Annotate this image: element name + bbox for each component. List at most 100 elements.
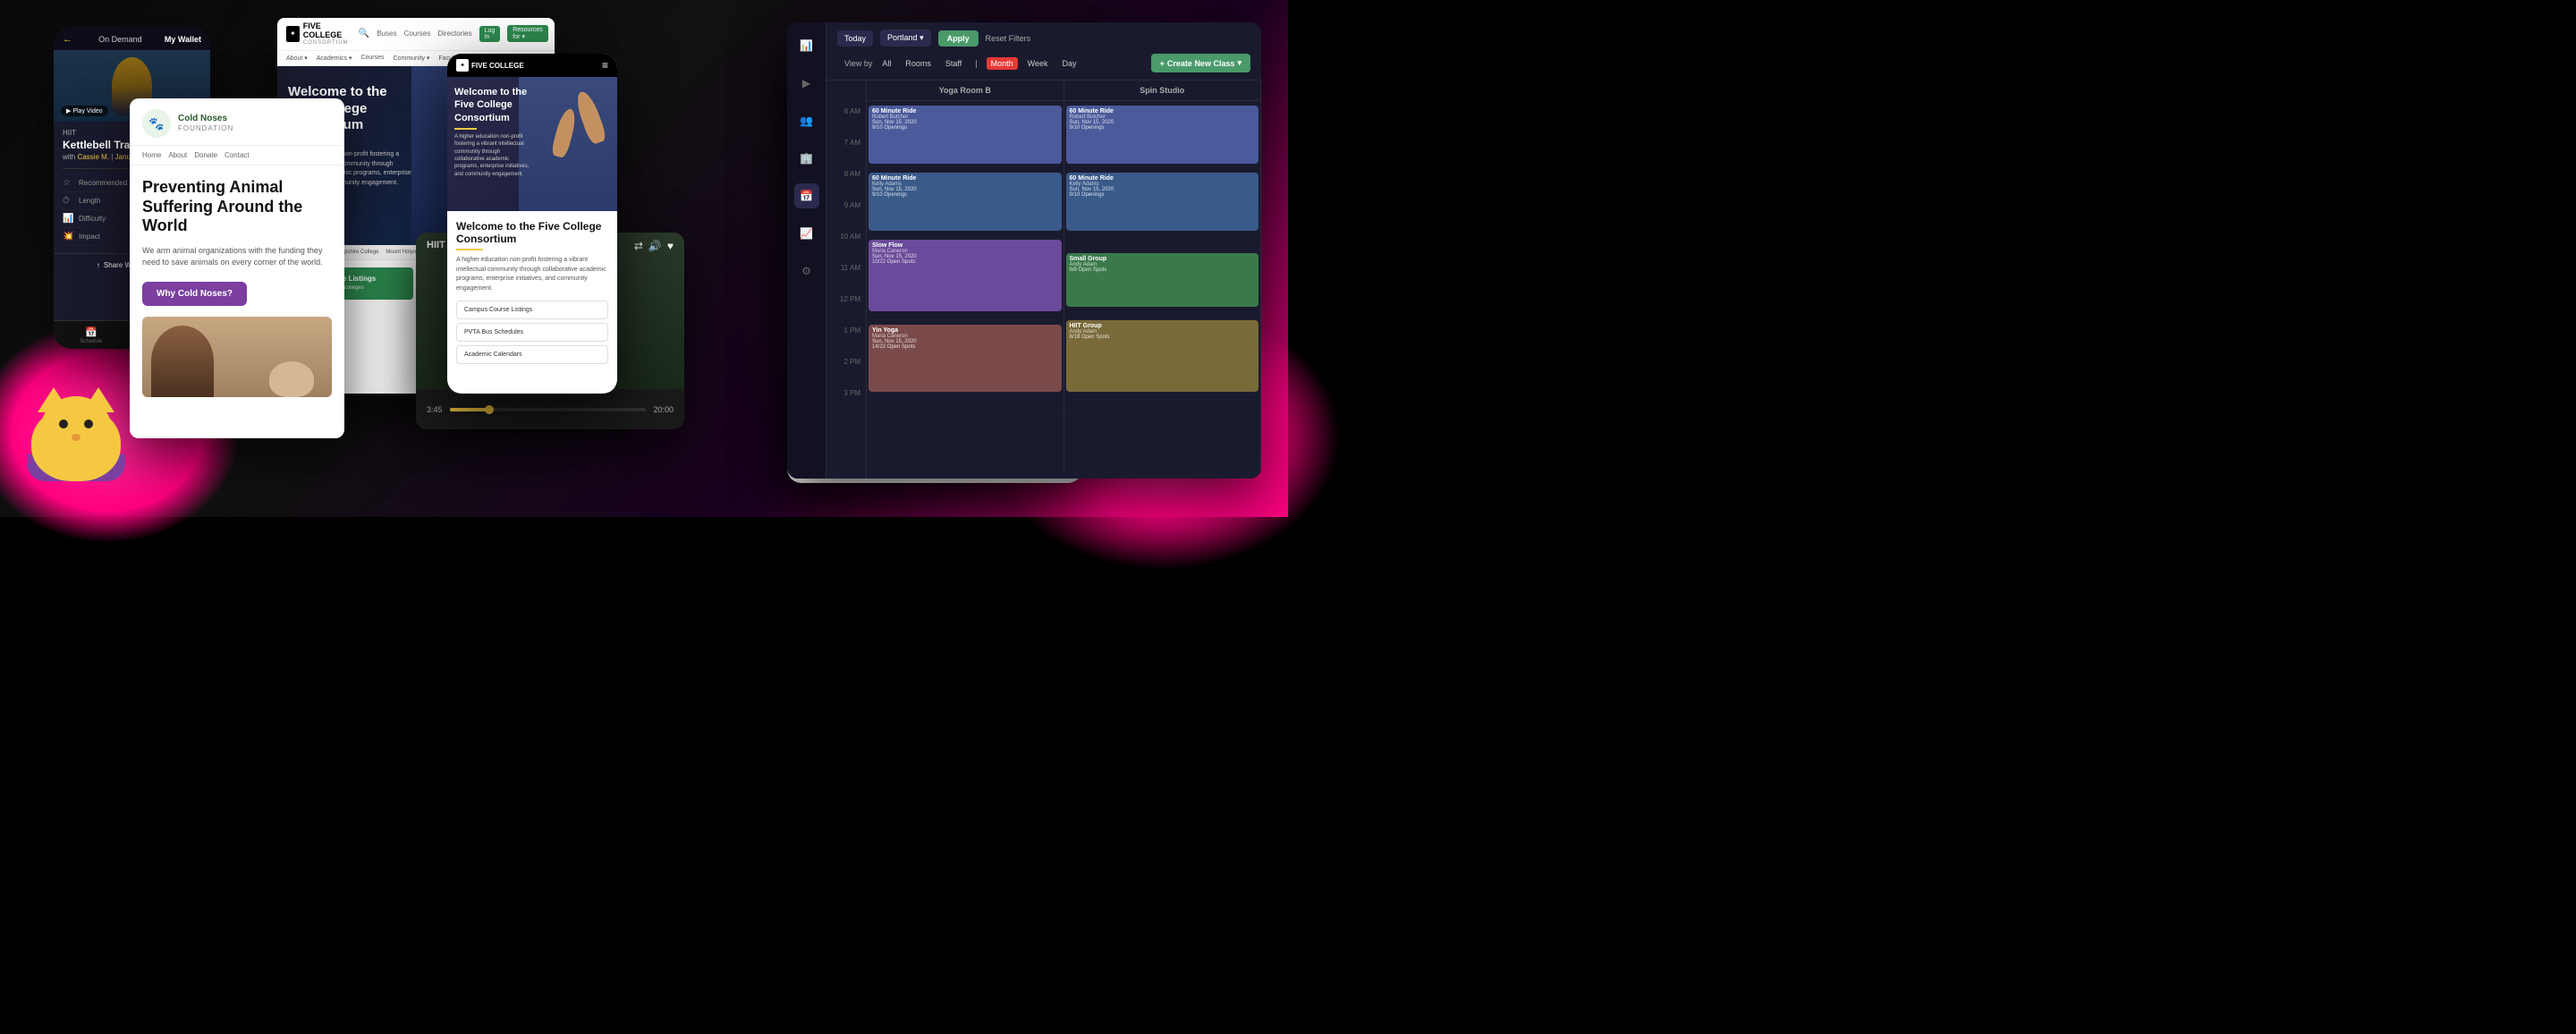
cn-nav-contact[interactable]: Contact — [225, 151, 250, 159]
hiit-playback-controls: 3:45 20:00 — [416, 389, 684, 429]
yoga-event-1[interactable]: 60 Minute Ride Robert Butcher Sun, Nov 1… — [869, 106, 1062, 164]
spin-event-1[interactable]: 60 Minute Ride Robert Butcher Sun, Nov 1… — [1066, 106, 1259, 164]
cn-org-name: Cold Noses — [178, 114, 233, 124]
expand-icon[interactable]: ⇄ — [634, 240, 643, 252]
time-8am: 8 AM — [826, 170, 866, 201]
yoga-event-3[interactable]: Slow Flow Maria Caneron Sun, Nov 15, 202… — [869, 240, 1062, 311]
share-icon: ↑ — [97, 261, 100, 269]
fcm-underline-decoration — [454, 128, 477, 130]
search-icon[interactable]: 🔍 — [359, 29, 369, 38]
fc-nav-buses[interactable]: Buses — [377, 30, 396, 38]
my-wallet-label[interactable]: My Wallet — [165, 35, 201, 44]
play-video-button[interactable]: ▶ Play Video — [61, 106, 108, 116]
hiit-overlay-controls: ⇄ 🔊 ♥ — [634, 240, 674, 252]
fc-nav-directories[interactable]: Directories — [437, 30, 471, 38]
sidebar-icon-clients[interactable]: 👥 — [794, 108, 819, 133]
sidebar-icon-my-business[interactable]: 🏢 — [794, 146, 819, 171]
dashboard-content: 📊 ▶ 👥 🏢 📅 📈 ⚙ Today Portland ▾ Apply Res… — [787, 22, 1261, 479]
dashboard-toolbar: Today Portland ▾ Apply Reset Filters Vie… — [826, 22, 1261, 81]
fc-nav-courses[interactable]: Courses — [360, 55, 384, 62]
time-3pm: 3 PM — [826, 389, 866, 420]
spin-event-2-openings: 9/10 Openings — [1070, 192, 1256, 198]
spin-event-2[interactable]: 60 Minute Ride Kelly Adams Sun, Nov 15, … — [1066, 173, 1259, 231]
yoga-event-1-openings: 9/10 Openings — [872, 125, 1058, 131]
fc-nav-community[interactable]: Community ▾ — [394, 55, 430, 62]
spin-event-3-openings: 6/8 Open Spots — [1070, 267, 1256, 273]
yoga-event-4-openings: 14/22 Open Spots — [872, 344, 1058, 350]
yoga-event-4-title: Yin Yoga — [872, 327, 1058, 334]
fcm-links: Campus Course Listings PVTA Bus Schedule… — [456, 301, 608, 364]
yoga-event-4[interactable]: Yin Yoga Maria Caneron Sun, Nov 15, 2020… — [869, 325, 1062, 392]
resources-button[interactable]: Resources for ▾ — [507, 25, 547, 42]
time-6am: 6 AM — [826, 107, 866, 139]
fc-nav-academics[interactable]: Academics ▾ — [317, 55, 352, 62]
dashboard-main: Today Portland ▾ Apply Reset Filters Vie… — [826, 22, 1261, 479]
sidebar-icon-settings[interactable]: ⚙ — [794, 258, 819, 284]
location-selector[interactable]: Portland ▾ — [880, 30, 931, 47]
schedule-icon: 📅 — [85, 326, 97, 338]
nav-schedule[interactable]: 📅 Schedule — [80, 326, 102, 344]
heart-icon[interactable]: ♥ — [667, 240, 674, 252]
recommended-icon: ☆ — [63, 178, 75, 188]
fc-nav-links: Buses Courses Directories — [377, 30, 471, 38]
cold-noses-screen: 🐾 Cold Noses FOUNDATION Home About Donat… — [130, 98, 344, 438]
sidebar-icon-reports[interactable]: 📈 — [794, 221, 819, 246]
cn-nav-about[interactable]: About — [168, 151, 187, 159]
back-arrow-icon[interactable]: ← — [63, 34, 72, 45]
fc-nav-courses[interactable]: Courses — [404, 30, 431, 38]
login-button[interactable]: Log In — [479, 26, 501, 42]
cn-nav-home[interactable]: Home — [142, 151, 161, 159]
fcm-link-calendars[interactable]: Academic Calendars — [456, 345, 608, 364]
fcm-dancers-image — [519, 77, 617, 211]
dropdown-arrow-icon: ▾ — [1237, 58, 1241, 68]
fc-logo-star: ✦ — [286, 26, 300, 42]
fcm-link-bus[interactable]: PVTA Bus Schedules — [456, 323, 608, 342]
fcm-content-underline — [456, 249, 483, 250]
spin-event-4-openings: 8/18 Open Spots — [1070, 335, 1256, 340]
spin-event-4[interactable]: HIIT Group Andy Adam 8/18 Open Spots — [1066, 320, 1259, 392]
view-staff-button[interactable]: Staff — [941, 57, 966, 70]
view-rooms-button[interactable]: Rooms — [901, 57, 936, 70]
view-month-button[interactable]: Month — [987, 57, 1018, 70]
mobile-header: ← On Demand My Wallet — [54, 27, 210, 50]
spin-event-4-title: HIIT Group — [1070, 323, 1256, 329]
cn-content: Preventing Animal Suffering Around the W… — [130, 165, 344, 410]
create-new-class-button[interactable]: + Create New Class ▾ — [1151, 54, 1250, 72]
reset-filters-button[interactable]: Reset Filters — [986, 34, 1031, 43]
fcm-link-courses[interactable]: Campus Course Listings — [456, 301, 608, 319]
cn-logo-text: Cold Noses FOUNDATION — [178, 114, 233, 133]
five-college-mobile-screen: ✦ FIVE COLLEGE ≡ Welcome to the Five Col… — [447, 54, 617, 394]
sidebar-icon-dashboard[interactable]: 📊 — [794, 33, 819, 58]
sidebar-icon-on-demand[interactable]: ▶ — [794, 71, 819, 96]
hamburger-menu-icon[interactable]: ≡ — [602, 59, 608, 72]
fc-logo-text: FIVE COLLEGE CONSORTIUM — [303, 22, 352, 46]
spin-event-3-title: Small Group — [1070, 256, 1256, 262]
instructor-name: Cassie M. — [77, 153, 109, 161]
volume-icon[interactable]: 🔊 — [648, 240, 662, 252]
today-button[interactable]: Today — [837, 30, 873, 47]
spin-event-1-openings: 9/10 Openings — [1070, 125, 1256, 131]
time-10am: 10 AM — [826, 233, 866, 264]
cn-cta-button[interactable]: Why Cold Noses? — [142, 282, 247, 306]
fc-nav-about[interactable]: About ▾ — [286, 55, 308, 62]
sidebar-icon-schedule[interactable]: 📅 — [794, 183, 819, 208]
fcm-hero-title: Welcome to the Five College Consortium — [454, 86, 530, 124]
cn-nav-donate[interactable]: Donate — [194, 151, 217, 159]
apply-button[interactable]: Apply — [938, 30, 979, 47]
time-9am: 9 AM — [826, 201, 866, 233]
spin-event-1-title: 60 Minute Ride — [1070, 108, 1256, 114]
yoga-event-1-title: 60 Minute Ride — [872, 108, 1058, 114]
yoga-event-2[interactable]: 60 Minute Ride Kelly Adams Sun, Nov 15, … — [869, 173, 1062, 231]
spin-event-3[interactable]: Small Group Andy Adam 6/8 Open Spots — [1066, 253, 1259, 307]
fc-topbar: ✦ FIVE COLLEGE CONSORTIUM 🔍 Buses Course… — [277, 18, 555, 51]
hiit-progress-bar[interactable] — [450, 408, 647, 411]
fcm-content-description: A higher education non-profit fostering … — [456, 256, 608, 293]
hiit-time-current: 3:45 — [427, 405, 443, 414]
fcm-header: ✦ FIVE COLLEGE ≡ — [447, 54, 617, 77]
fcm-content: Welcome to the Five College Consortium A… — [447, 211, 617, 373]
view-all-button[interactable]: All — [877, 57, 895, 70]
view-week-button[interactable]: Week — [1023, 57, 1053, 70]
view-by-controls: View by All Rooms Staff | Month Week Day — [844, 57, 1080, 70]
hiit-progress-dot — [485, 405, 494, 414]
view-day-button[interactable]: Day — [1057, 57, 1080, 70]
